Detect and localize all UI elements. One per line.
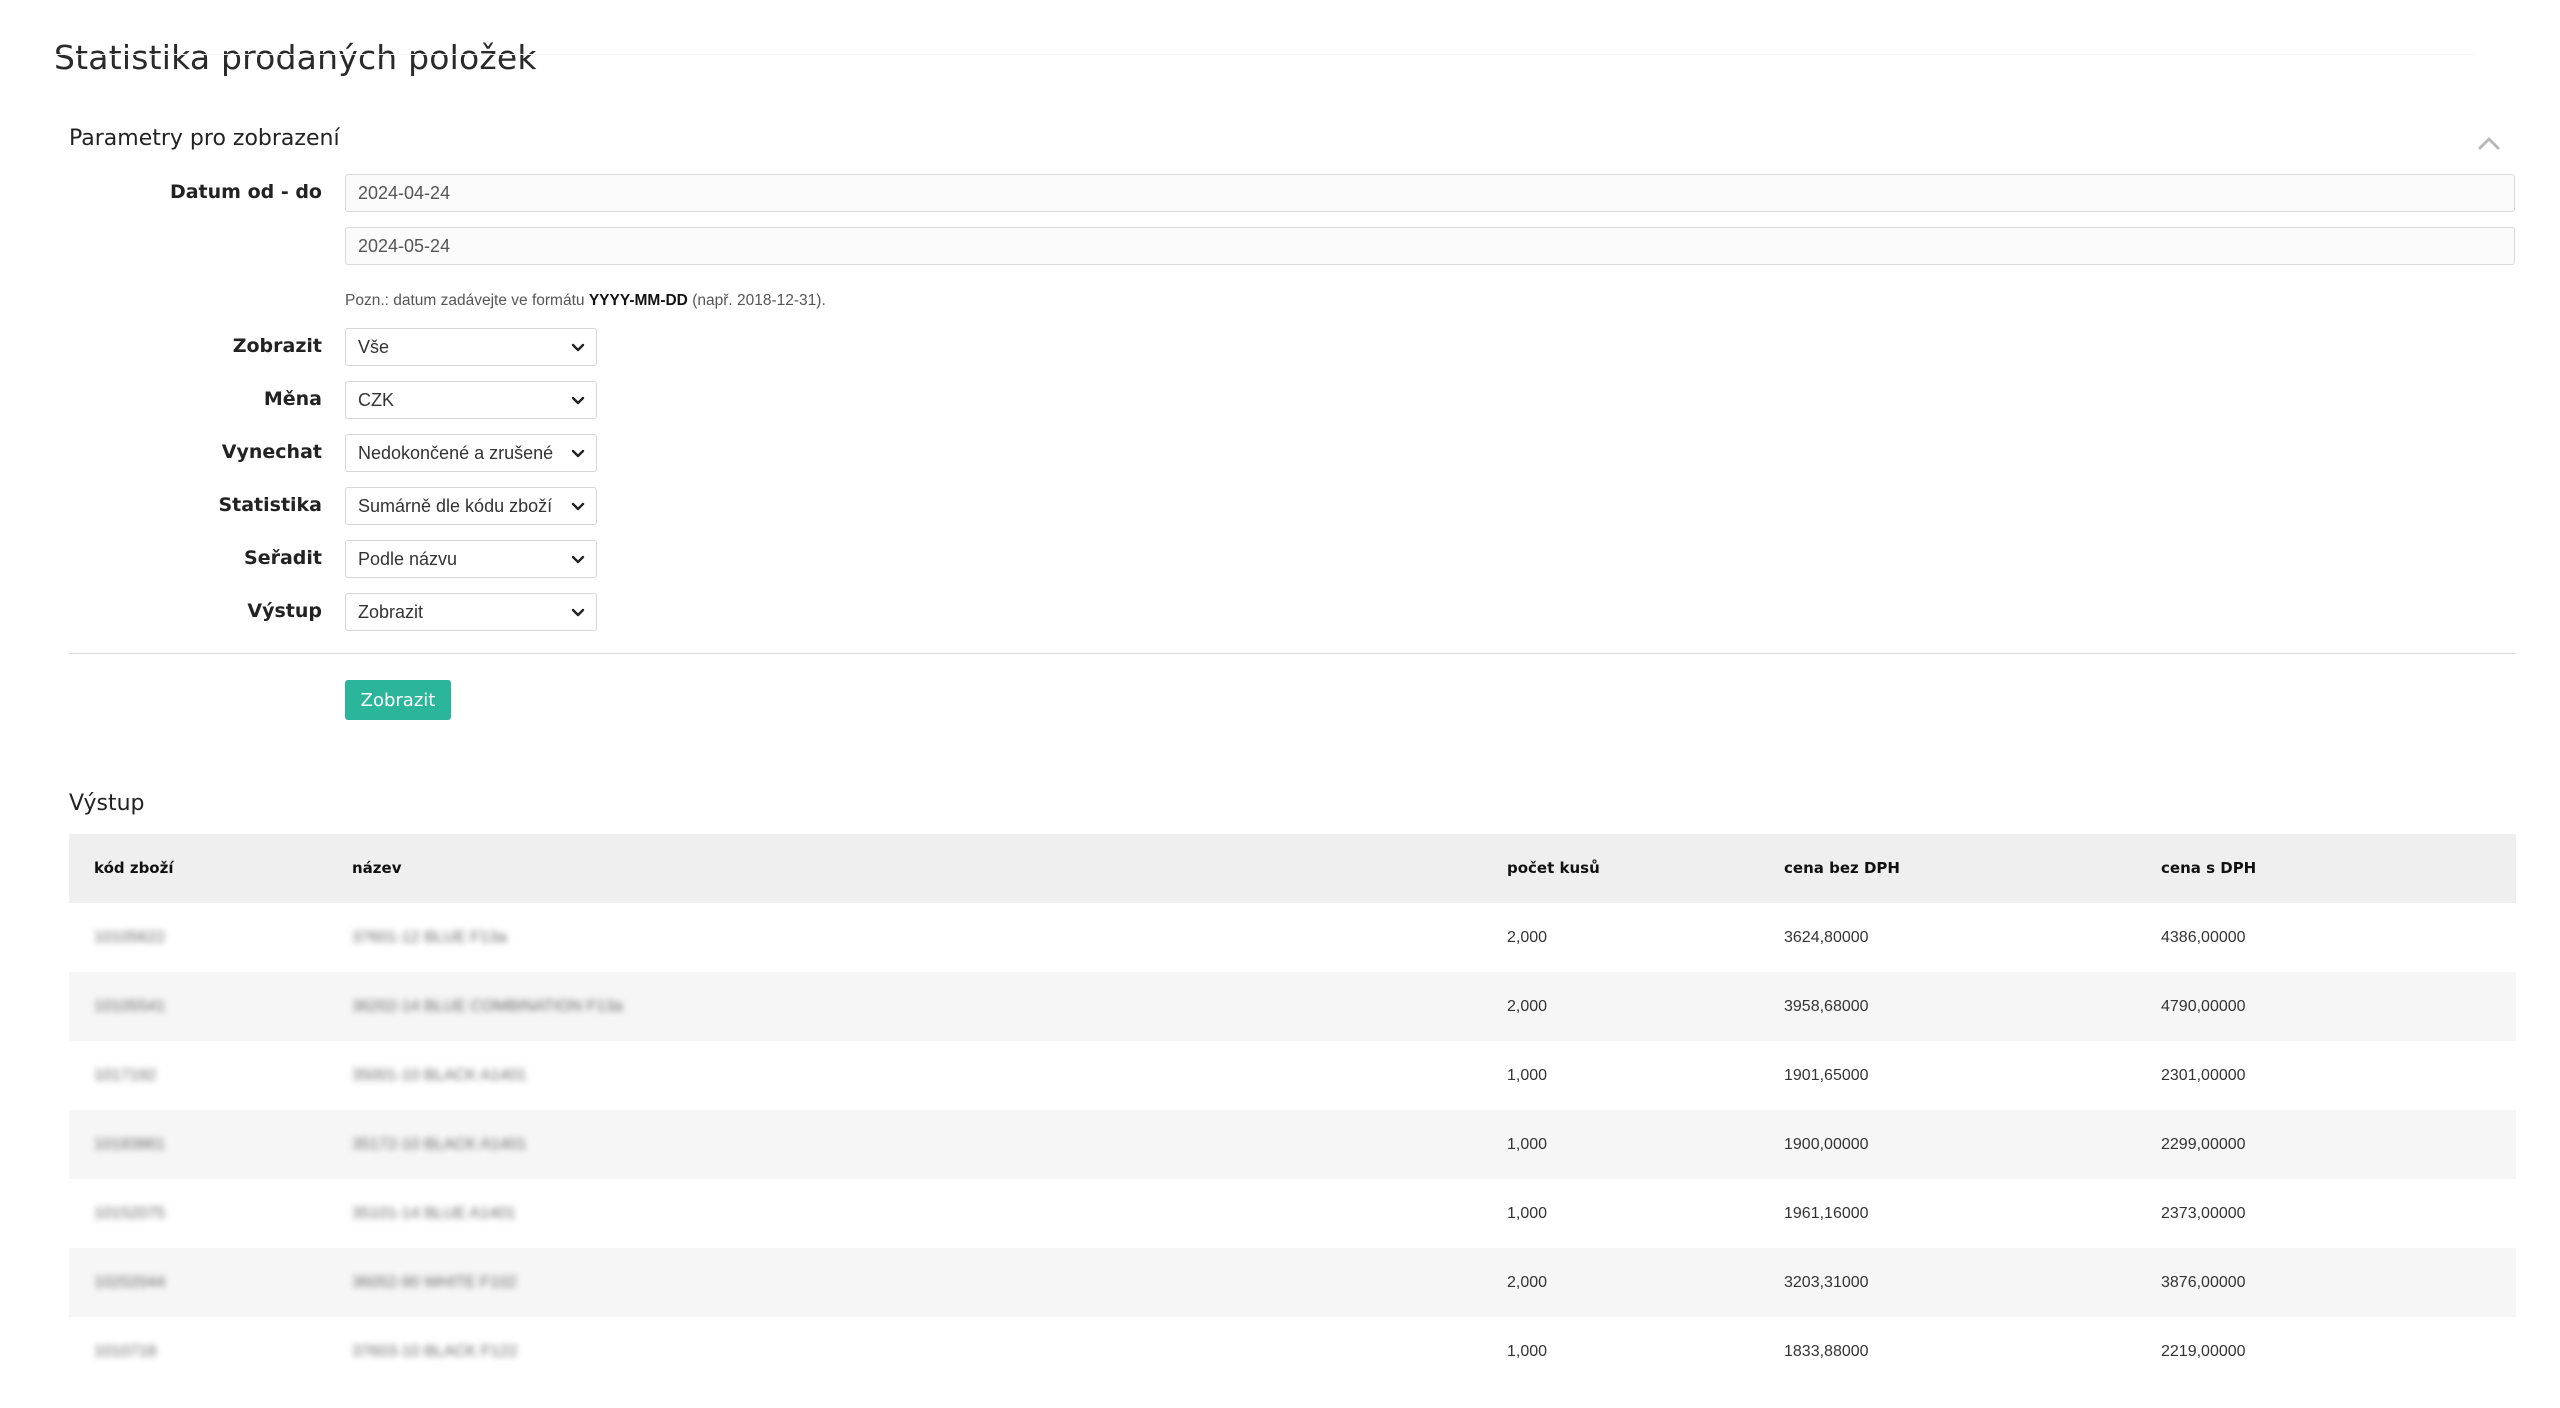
output-table: kód zboží název počet kusů cena bez DPH … bbox=[69, 834, 2516, 1386]
cell-price-inc: 2219,00000 bbox=[2161, 1343, 2246, 1360]
table-row: 10202044 36052-90 WHITE F102 2,000 3203,… bbox=[69, 1248, 2516, 1317]
cell-code: 1017192 bbox=[94, 1067, 157, 1084]
chevron-down-icon bbox=[571, 555, 585, 564]
chevron-down-icon bbox=[571, 608, 585, 617]
cell-price-inc: 4790,00000 bbox=[2161, 998, 2246, 1015]
cell-name: 36202-14 BLUE COMBINATION F13a bbox=[352, 998, 623, 1015]
cell-qty: 2,000 bbox=[1507, 929, 1548, 946]
cell-name: 35172-10 BLACK A1401 bbox=[352, 1136, 527, 1153]
cell-qty: 2,000 bbox=[1507, 1274, 1548, 1291]
submit-button[interactable]: Zobrazit bbox=[345, 680, 451, 720]
select-value: Sumárně dle kódu zboží bbox=[358, 496, 553, 516]
cell-price-ex: 1901,65000 bbox=[1784, 1067, 1869, 1084]
page-title: Statistika prodaných položek bbox=[54, 38, 537, 77]
column-header-name: název bbox=[352, 859, 402, 877]
select-value: Vše bbox=[358, 337, 390, 357]
select-vystup[interactable]: Zobrazit bbox=[345, 593, 597, 631]
cell-code: 10183861 bbox=[94, 1136, 166, 1153]
table-header: kód zboží název počet kusů cena bez DPH … bbox=[69, 834, 2516, 903]
title-divider bbox=[54, 54, 2474, 55]
form-divider bbox=[69, 653, 2516, 654]
cell-name: 37601-12 BLUE F13a bbox=[352, 929, 507, 946]
chevron-down-icon bbox=[571, 449, 585, 458]
table-row: 1017192 35001-10 BLACK A1401 1,000 1901,… bbox=[69, 1041, 2516, 1110]
select-seradit[interactable]: Podle názvu bbox=[345, 540, 597, 578]
table-row: 10105541 36202-14 BLUE COMBINATION F13a … bbox=[69, 972, 2516, 1041]
chevron-down-icon bbox=[571, 396, 585, 405]
cell-price-ex: 3958,68000 bbox=[1784, 998, 1869, 1015]
cell-name: 35001-10 BLACK A1401 bbox=[352, 1067, 527, 1084]
cell-price-ex: 1900,00000 bbox=[1784, 1136, 1869, 1153]
cell-qty: 1,000 bbox=[1507, 1205, 1548, 1222]
cell-price-ex: 3203,31000 bbox=[1784, 1274, 1869, 1291]
cell-price-inc: 3876,00000 bbox=[2161, 1274, 2246, 1291]
cell-qty: 1,000 bbox=[1507, 1067, 1548, 1084]
column-header-price-ex: cena bez DPH bbox=[1784, 859, 1900, 877]
select-vynechat[interactable]: Nedokončené a zrušené bbox=[345, 434, 597, 472]
cell-code: 1010718 bbox=[94, 1343, 157, 1360]
cell-price-inc: 4386,00000 bbox=[2161, 929, 2246, 946]
cell-code: 10105541 bbox=[94, 998, 166, 1015]
table-row: 10152075 35101-14 BLUE A1401 1,000 1961,… bbox=[69, 1179, 2516, 1248]
field-label-mena: Měna bbox=[263, 388, 322, 410]
output-section-title: Výstup bbox=[69, 791, 145, 816]
cell-price-ex: 3624,80000 bbox=[1784, 929, 1869, 946]
cell-code: 10105622 bbox=[94, 929, 166, 946]
date-format-hint: Pozn.: datum zadávejte ve formátu YYYY-M… bbox=[345, 292, 826, 309]
cell-price-inc: 2373,00000 bbox=[2161, 1205, 2246, 1222]
select-mena[interactable]: CZK bbox=[345, 381, 597, 419]
field-label-vynechat: Vynechat bbox=[221, 441, 322, 463]
cell-name: 37603-10 BLACK F122 bbox=[352, 1343, 518, 1360]
select-value: Zobrazit bbox=[358, 602, 424, 622]
chevron-down-icon bbox=[571, 502, 585, 511]
field-label-statistika: Statistika bbox=[218, 494, 322, 516]
column-header-code: kód zboží bbox=[94, 859, 174, 877]
field-label-zobrazit: Zobrazit bbox=[232, 335, 322, 357]
cell-price-ex: 1833,88000 bbox=[1784, 1343, 1869, 1360]
cell-code: 10202044 bbox=[94, 1274, 166, 1291]
cell-price-inc: 2299,00000 bbox=[2161, 1136, 2246, 1153]
chevron-down-icon bbox=[571, 343, 585, 352]
cell-qty: 2,000 bbox=[1507, 998, 1548, 1015]
table-row: 10105622 37601-12 BLUE F13a 2,000 3624,8… bbox=[69, 903, 2516, 972]
table-row: 1010718 37603-10 BLACK F122 1,000 1833,8… bbox=[69, 1317, 2516, 1386]
select-statistika[interactable]: Sumárně dle kódu zboží bbox=[345, 487, 597, 525]
cell-qty: 1,000 bbox=[1507, 1136, 1548, 1153]
cell-price-inc: 2301,00000 bbox=[2161, 1067, 2246, 1084]
date-to-input[interactable] bbox=[345, 227, 2515, 265]
field-label-vystup: Výstup bbox=[247, 600, 322, 622]
field-label-seradit: Seřadit bbox=[244, 547, 322, 569]
column-header-qty: počet kusů bbox=[1507, 859, 1600, 877]
select-value: Nedokončené a zrušené bbox=[358, 443, 554, 463]
cell-price-ex: 1961,16000 bbox=[1784, 1205, 1869, 1222]
cell-qty: 1,000 bbox=[1507, 1343, 1548, 1360]
table-row: 10183861 35172-10 BLACK A1401 1,000 1900… bbox=[69, 1110, 2516, 1179]
params-section-title: Parametry pro zobrazení bbox=[69, 126, 340, 151]
collapse-icon[interactable] bbox=[2476, 134, 2502, 152]
select-zobrazit[interactable]: Vše bbox=[345, 328, 597, 366]
select-value: CZK bbox=[358, 390, 394, 410]
date-from-input[interactable] bbox=[345, 174, 2515, 212]
column-header-price-inc: cena s DPH bbox=[2161, 859, 2257, 877]
date-label: Datum od - do bbox=[169, 181, 322, 203]
cell-name: 35101-14 BLUE A1401 bbox=[352, 1205, 516, 1222]
select-value: Podle názvu bbox=[358, 549, 458, 569]
cell-name: 36052-90 WHITE F102 bbox=[352, 1274, 517, 1291]
cell-code: 10152075 bbox=[94, 1205, 166, 1222]
